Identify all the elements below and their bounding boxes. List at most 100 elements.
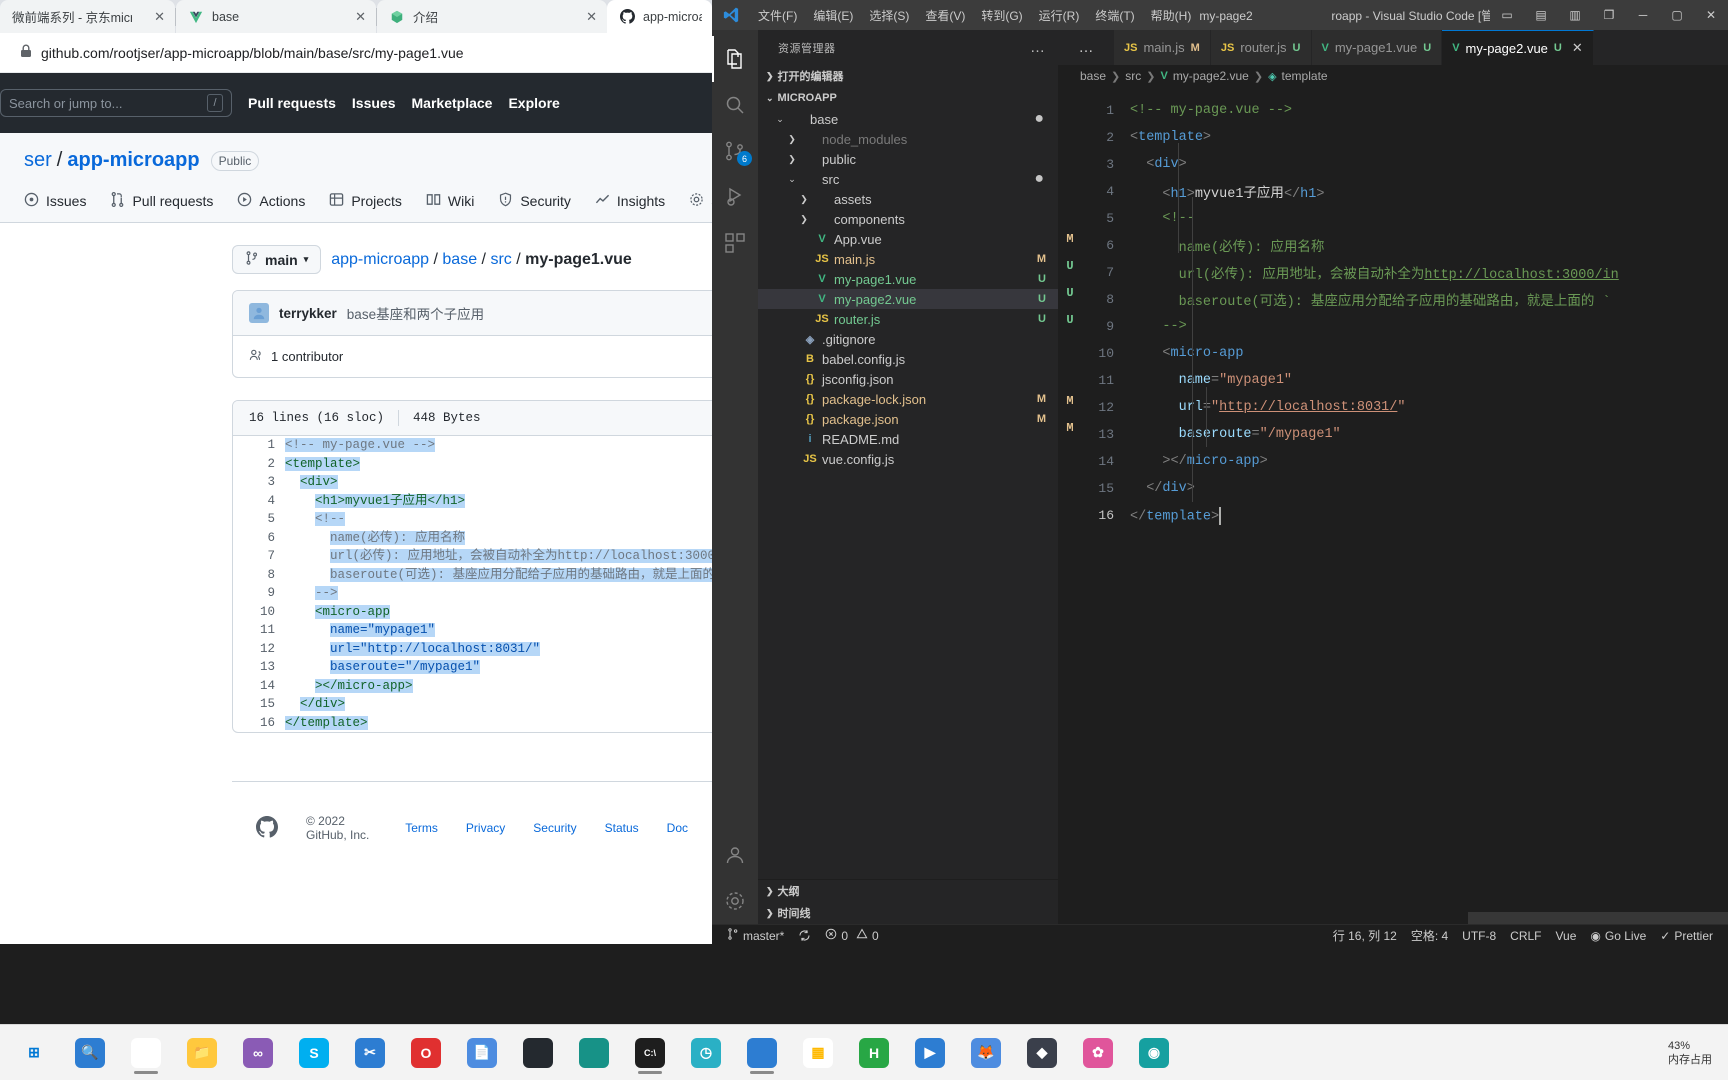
tree-folder[interactable]: ❯ components [758,209,1058,229]
browser-tab-3[interactable]: app-microapp/my-p [607,0,712,33]
tree-file[interactable]: {} package.json M [758,409,1058,429]
maximize-button[interactable]: ▢ [1660,8,1694,22]
editor-tab-my-page2-vue[interactable]: Vmy-page2.vue U ✕ [1442,30,1594,65]
status-language-mode[interactable]: Vue [1549,925,1584,945]
editor-tab-main-js[interactable]: JS main.js M [1114,30,1211,65]
menu-view[interactable]: 查看(V) [917,3,973,28]
tree-file[interactable]: JS vue.config.js [758,449,1058,469]
tree-folder[interactable]: ⌄ base ● [758,109,1058,129]
taskbar-opera-app[interactable]: O [403,1030,449,1076]
minimize-button[interactable]: ─ [1626,8,1660,22]
taskbar-teal-app[interactable]: ◉ [1131,1030,1177,1076]
contributor-count[interactable]: 1 contributor [271,349,343,364]
timeline-section[interactable]: ❯ 时间线 [758,902,1058,924]
menu-edit[interactable]: 编辑(E) [805,3,861,28]
layout-grid-icon[interactable]: ❐ [1592,8,1626,22]
taskbar-misc-app[interactable]: ◆ [1019,1030,1065,1076]
tree-folder[interactable]: ❯ node_modules [758,129,1058,149]
taskbar-clock-app[interactable]: ◷ [683,1030,729,1076]
tree-file[interactable]: JS main.js M [758,249,1058,269]
taskbar-explorer-app[interactable]: 📁 [179,1030,225,1076]
browser-tab-1[interactable]: base ✕ [176,0,376,33]
tree-file[interactable]: ◈ .gitignore [758,329,1058,349]
sync-icon[interactable] [791,925,818,945]
repo-name[interactable]: app-microapp [67,149,199,172]
tree-file[interactable]: JS router.js U [758,309,1058,329]
status-problems[interactable]: 0 0 [818,925,885,945]
menu-help[interactable]: 帮助(H) [1143,3,1200,28]
branch-selector[interactable]: main ▾ [232,245,322,274]
taskbar-snipaste-app[interactable]: ✂ [347,1030,393,1076]
tree-file[interactable]: Vmy-page1.vue U [758,269,1058,289]
close-button[interactable]: ✕ [1694,8,1728,22]
performance-indicator[interactable]: 43% 内存占用 [1668,1039,1712,1067]
footer-link-security[interactable]: Security [533,821,576,835]
tree-folder[interactable]: ❯ assets [758,189,1058,209]
status-eol[interactable]: CRLF [1503,925,1548,945]
repo-owner[interactable]: ser [24,149,52,172]
explorer-icon[interactable] [712,36,758,82]
close-icon[interactable]: ✕ [140,9,165,25]
breadcrumb-symbol[interactable]: template [1282,69,1328,83]
footer-link-privacy[interactable]: Privacy [466,821,505,835]
nav-issues[interactable]: Issues [352,95,396,111]
tree-file[interactable]: {} jsconfig.json [758,369,1058,389]
layout-right-icon[interactable]: ▥ [1558,8,1592,22]
taskbar-notes-app[interactable]: 📄 [459,1030,505,1076]
tab-projects[interactable]: Projects [321,184,410,222]
editor-tab-router-js[interactable]: JS router.js U [1210,30,1312,65]
tree-file[interactable]: V App.vue [758,229,1058,249]
taskbar-huawei-app[interactable]: H [851,1030,897,1076]
status-encoding[interactable]: UTF-8 [1455,925,1503,945]
outline-section[interactable]: ❯ 大纲 [758,880,1058,902]
footer-link-docs[interactable]: Doc [667,821,688,835]
browser-tab-0[interactable]: 微前端系列 - 京东micro ✕ [0,0,175,33]
taskbar-vscode-app[interactable] [739,1030,785,1076]
status-go-live[interactable]: ◉ Go Live [1583,925,1653,945]
taskbar-terminal-app[interactable]: C:\ [627,1030,673,1076]
address-bar[interactable]: github.com/rootjser/app-microapp/blob/ma… [8,38,704,67]
nav-explore[interactable]: Explore [508,95,559,111]
taskbar-visual-studio-app[interactable]: ∞ [235,1030,281,1076]
taskbar-gitkraken-app[interactable] [571,1030,617,1076]
editor-code-lines[interactable]: 1 <!-- my-page.vue --> 2 <template> 3 <div> 4… [1082,87,1728,924]
tab-actions[interactable]: Actions [229,184,313,222]
commit-author[interactable]: terrykker [279,306,337,321]
taskbar-start-button[interactable]: ⊞ [11,1030,57,1076]
taskbar-meeting-app[interactable]: ▶ [907,1030,953,1076]
horizontal-scrollbar[interactable] [1468,912,1728,924]
search-input[interactable]: Search or jump to... / [0,89,232,117]
status-cursor-position[interactable]: 行 16, 列 12 [1326,925,1404,945]
taskbar-store-app[interactable]: ▦ [795,1030,841,1076]
commit-message[interactable]: base基座和两个子应用 [347,303,484,323]
breadcrumb-file[interactable]: my-page2.vue [1173,69,1249,83]
run-debug-icon[interactable] [712,174,758,220]
tab-issues[interactable]: Issues [16,184,94,222]
tab-security[interactable]: Security [490,184,579,222]
breadcrumb-base[interactable]: base [442,251,477,268]
taskbar-search-app[interactable]: 🔍 [67,1030,113,1076]
close-icon[interactable]: ✕ [341,9,366,25]
taskbar-github-desktop-app[interactable] [515,1030,561,1076]
layout-panel-icon[interactable]: ▭ [1490,8,1524,22]
editor-tab-my-page1-vue[interactable]: Vmy-page1.vue U [1311,30,1443,65]
nav-marketplace[interactable]: Marketplace [412,95,493,111]
status-prettier[interactable]: ✓ Prettier [1653,925,1720,945]
status-indentation[interactable]: 空格: 4 [1404,925,1455,945]
close-icon[interactable]: ✕ [1572,40,1583,56]
extensions-icon[interactable] [712,220,758,266]
tree-folder[interactable]: ⌄ src ● [758,169,1058,189]
tab-insights[interactable]: Insights [587,184,673,222]
settings-gear-icon[interactable] [712,878,758,924]
breadcrumb-repo[interactable]: app-microapp [331,251,429,268]
footer-link-status[interactable]: Status [605,821,639,835]
taskbar-skype-app[interactable]: S [291,1030,337,1076]
tab-settings[interactable]: Settings [681,184,712,222]
menu-go[interactable]: 转到(G) [973,3,1030,28]
tree-file[interactable]: i README.md [758,429,1058,449]
tree-file[interactable]: {} package-lock.json M [758,389,1058,409]
taskbar-chrome-app[interactable] [123,1030,169,1076]
tab-more-actions-icon[interactable]: … [1058,30,1114,65]
breadcrumb-src[interactable]: src [1125,69,1141,83]
close-icon[interactable]: ✕ [572,9,597,25]
